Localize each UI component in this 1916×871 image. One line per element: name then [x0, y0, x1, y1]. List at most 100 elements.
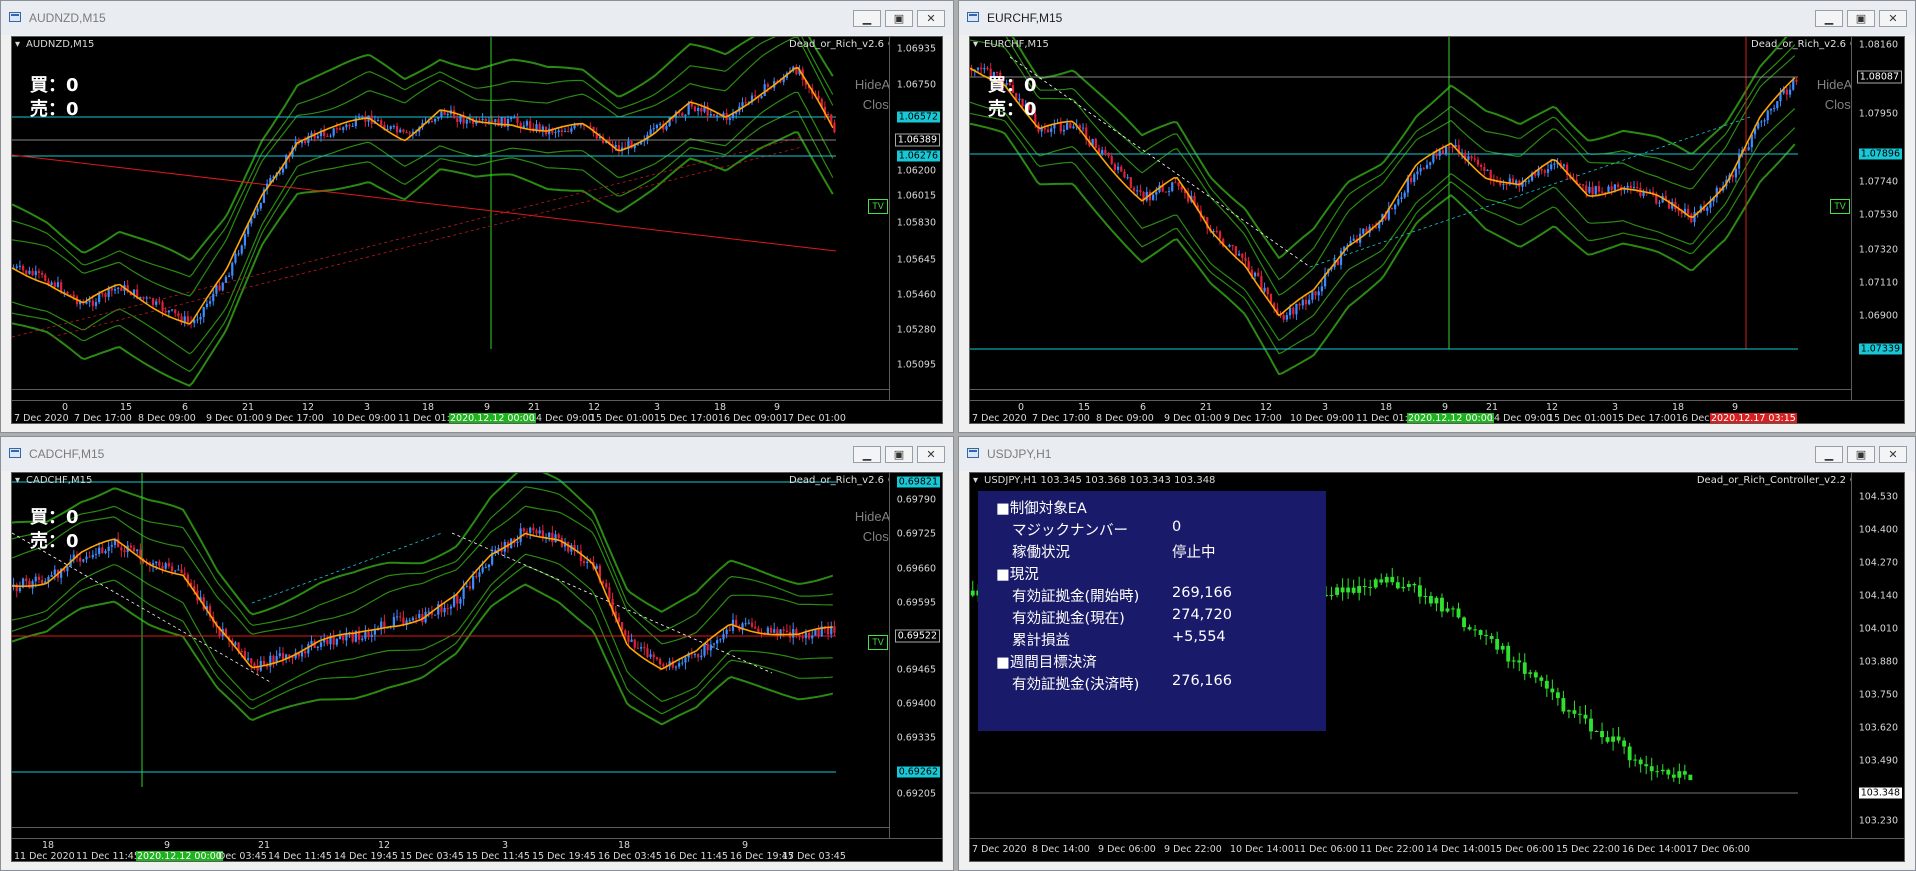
candle-body: [1419, 168, 1422, 172]
price-level-label: 0.69522: [894, 629, 940, 643]
candle-body: [1339, 250, 1343, 265]
time-tick: 9 Dec 01:00: [1164, 413, 1222, 424]
band-line: [12, 110, 834, 373]
time-axis[interactable]: 18 9 21 12 3 18 9 11 Dec 2020 11 Dec 11:…: [12, 838, 942, 861]
candle-body: [1423, 596, 1428, 598]
candle-body: [98, 547, 101, 554]
time-axis[interactable]: 0 15 6 21 12 3 18 9 21 12 3 18 9 7 Dec 2…: [970, 400, 1904, 423]
price-axis[interactable]: 0.69821 0.69790 0.69725 0.69660 0.69595 …: [889, 473, 942, 839]
candle-body: [1486, 169, 1489, 171]
candle-body: [1340, 587, 1345, 593]
time-tick: 3: [502, 840, 509, 851]
candle-body: [754, 626, 757, 629]
window-titlebar[interactable]: CADCHF,M15 ▁ ▣ ✕: [1, 437, 953, 471]
time-tick: 14 Dec 19:45: [334, 851, 398, 862]
minimize-button[interactable]: ▁: [1815, 446, 1843, 463]
candle-body: [1566, 710, 1571, 712]
candle-body: [1110, 156, 1113, 164]
chevron-down-icon[interactable]: ▾: [15, 39, 20, 50]
candle-body: [807, 632, 811, 639]
candle-body: [253, 663, 256, 666]
price-chart[interactable]: AUDNZD,M15 ▾ Dead_or_Rich_v2.6 ☺ 買：0 売：0…: [11, 36, 943, 424]
candle-body: [687, 103, 690, 115]
candle-body: [316, 646, 319, 649]
minimize-button[interactable]: ▁: [1815, 10, 1843, 27]
candle-body: [1627, 746, 1632, 761]
candle-body: [167, 310, 170, 313]
time-axis[interactable]: 0 15 6 21 12 3 18 9 21 12 3 18 9 7 Dec 2…: [12, 400, 942, 423]
price-chart[interactable]: EURCHF,M15 ▾ Dead_or_Rich_v2.6 ☺ 買：0 売：0…: [969, 36, 1905, 424]
chevron-down-icon[interactable]: ▾: [15, 475, 20, 486]
candle-body: [132, 547, 136, 552]
price-tick: 1.05095: [896, 359, 936, 371]
candle-body: [472, 575, 475, 589]
close-button[interactable]: ✕: [1879, 446, 1907, 463]
tv-button[interactable]: TV: [1830, 199, 1850, 214]
time-tick: 21: [1200, 402, 1213, 413]
candle-body: [361, 116, 364, 118]
maximize-button[interactable]: ▣: [1847, 446, 1875, 463]
candle-body: [240, 245, 243, 254]
time-tick: 0: [62, 402, 69, 413]
candle-body: [332, 128, 335, 136]
minimize-button[interactable]: ▁: [853, 10, 881, 27]
candle-body: [1266, 287, 1269, 295]
equity-start-value: 269,166: [1172, 585, 1232, 601]
candle-body: [1688, 774, 1693, 781]
chart-window-cadchf[interactable]: CADCHF,M15 ▁ ▣ ✕ CADCHF,M15 ▾ Dead_or_Ri…: [0, 436, 954, 871]
chart-window-audnzd[interactable]: AUDNZD,M15 ▁ ▣ ✕ AUDNZD,M15 ▾ Dead_or_Ri…: [0, 0, 954, 433]
candle-body: [1395, 582, 1400, 589]
chevron-down-icon[interactable]: ▾: [973, 39, 978, 50]
candle-body: [234, 642, 237, 645]
price-tick: 1.05645: [896, 254, 936, 266]
candle-body: [506, 118, 510, 127]
chart-window-usdjpy[interactable]: USDJPY,H1 ▁ ▣ ✕ USDJPY,H1 103.345 103.36…: [958, 436, 1916, 871]
band-line: [970, 112, 1796, 355]
candle-body: [484, 567, 487, 569]
time-tick: 16 Dec: [1676, 413, 1710, 424]
tv-button[interactable]: TV: [868, 635, 888, 650]
maximize-button[interactable]: ▣: [885, 446, 913, 463]
window-titlebar[interactable]: USDJPY,H1 ▁ ▣ ✕: [959, 437, 1915, 471]
minimize-button[interactable]: ▁: [853, 446, 881, 463]
chevron-down-icon[interactable]: ▾: [973, 475, 978, 486]
candle-body: [785, 630, 788, 632]
price-chart[interactable]: CADCHF,M15 ▾ Dead_or_Rich_v2.6 ☺ 買：0 売：0…: [11, 472, 943, 862]
price-axis[interactable]: 1.06935 1.06750 1.06572 1.06389 1.06276 …: [889, 37, 942, 401]
price-axis[interactable]: 1.08160 1.08087 1.07950 1.07896 1.07740 …: [1851, 37, 1904, 401]
candle-body: [281, 653, 285, 660]
candle-body: [79, 557, 82, 562]
time-tick: 18: [714, 402, 727, 413]
band-line: [12, 583, 834, 726]
candle-body: [1476, 159, 1480, 165]
candle-body: [487, 564, 491, 568]
tv-button[interactable]: TV: [868, 199, 888, 214]
window-titlebar[interactable]: EURCHF,M15 ▁ ▣ ✕: [959, 1, 1915, 35]
close-button[interactable]: ✕: [917, 10, 945, 27]
candle-body: [117, 287, 120, 290]
candle-body: [430, 120, 434, 122]
candle-body: [484, 118, 487, 122]
candle-body: [151, 298, 155, 305]
price-level-label: 1.06572: [896, 111, 940, 123]
time-tick: 15 Dec 17:00: [654, 413, 718, 424]
close-button[interactable]: ✕: [1879, 10, 1907, 27]
maximize-button[interactable]: ▣: [885, 10, 913, 27]
time-tick: 9: [484, 402, 491, 413]
price-axis[interactable]: 104.530 104.400 104.270 104.140 104.010 …: [1851, 473, 1904, 839]
time-axis[interactable]: 7 Dec 2020 8 Dec 14:00 9 Dec 06:00 9 Dec…: [970, 838, 1904, 861]
time-tick: 8 Dec 09:00: [1096, 413, 1154, 424]
maximize-button[interactable]: ▣: [1847, 10, 1875, 27]
price-chart[interactable]: USDJPY,H1 103.345 103.368 103.343 103.34…: [969, 472, 1905, 862]
ea-label: Dead_or_Rich_Controller_v2.2: [1696, 475, 1846, 486]
candle-body: [1304, 299, 1308, 305]
candle-body: [491, 120, 494, 123]
window-titlebar[interactable]: AUDNZD,M15 ▁ ▣ ✕: [1, 1, 953, 35]
time-cursor-label: 2020.12.12 00:00: [136, 851, 223, 862]
candle-body: [443, 608, 446, 613]
close-button[interactable]: ✕: [917, 446, 945, 463]
time-tick: 9: [1732, 402, 1739, 413]
chart-window-eurchf[interactable]: EURCHF,M15 ▁ ▣ ✕ EURCHF,M15 ▾ Dead_or_Ri…: [958, 0, 1916, 433]
candle-body: [1413, 174, 1416, 183]
candle-body: [1540, 168, 1543, 171]
